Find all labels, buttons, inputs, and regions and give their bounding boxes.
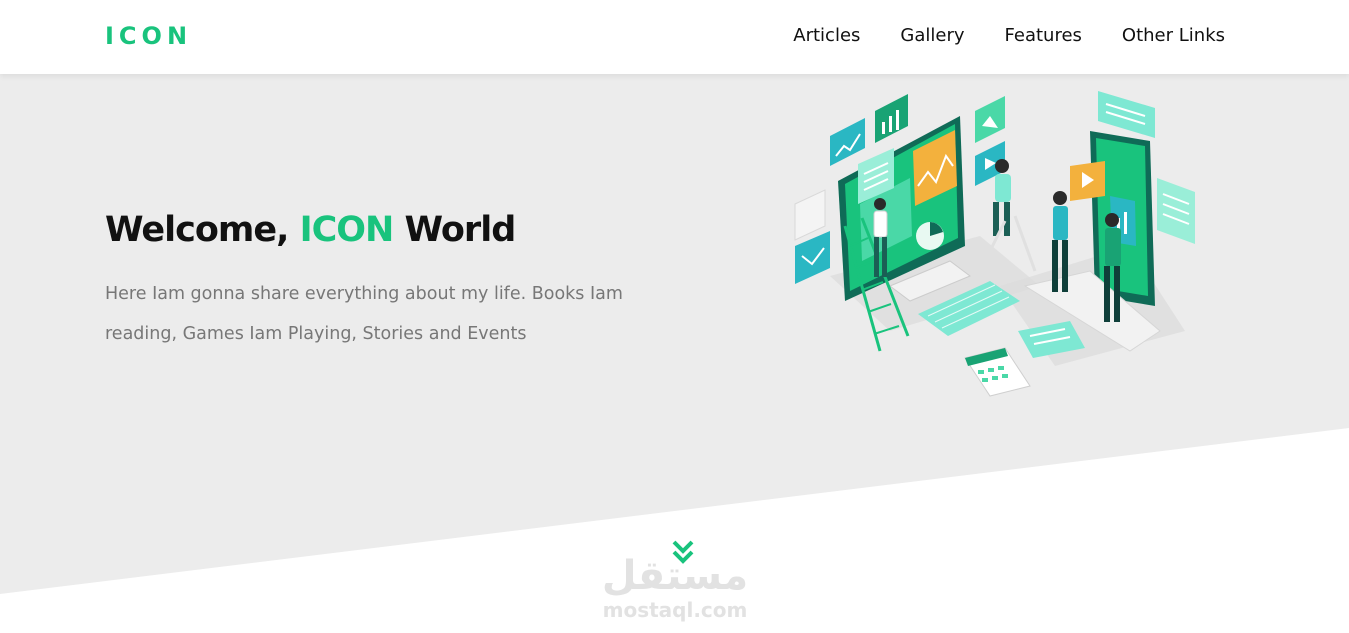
mostaql-watermark: مستقل mostaql.com <box>590 540 760 622</box>
hero-section: Welcome, ICON World Here Iam gonna share… <box>105 210 665 354</box>
double-chevron-down-icon <box>672 540 694 564</box>
watermark-latin-text: mostaql.com <box>602 598 748 622</box>
nav-link-articles[interactable]: Articles <box>793 25 860 46</box>
nav-link-other-links[interactable]: Other Links <box>1122 25 1225 46</box>
hero-title-accent: ICON <box>299 210 395 250</box>
hero-title: Welcome, ICON World <box>105 210 665 250</box>
site-header: ICON Articles Gallery Features Other Lin… <box>0 0 1349 74</box>
team-dashboard-illustration <box>794 91 1195 397</box>
nav-link-features[interactable]: Features <box>1005 25 1082 46</box>
hero-title-prefix: Welcome, <box>105 210 300 250</box>
main-nav: Articles Gallery Features Other Links <box>753 25 1225 46</box>
logo[interactable]: ICON <box>105 22 192 50</box>
nav-link-gallery[interactable]: Gallery <box>900 25 964 46</box>
hero-title-suffix: World <box>393 210 517 250</box>
hero-description: Here Iam gonna share everything about my… <box>105 284 623 344</box>
